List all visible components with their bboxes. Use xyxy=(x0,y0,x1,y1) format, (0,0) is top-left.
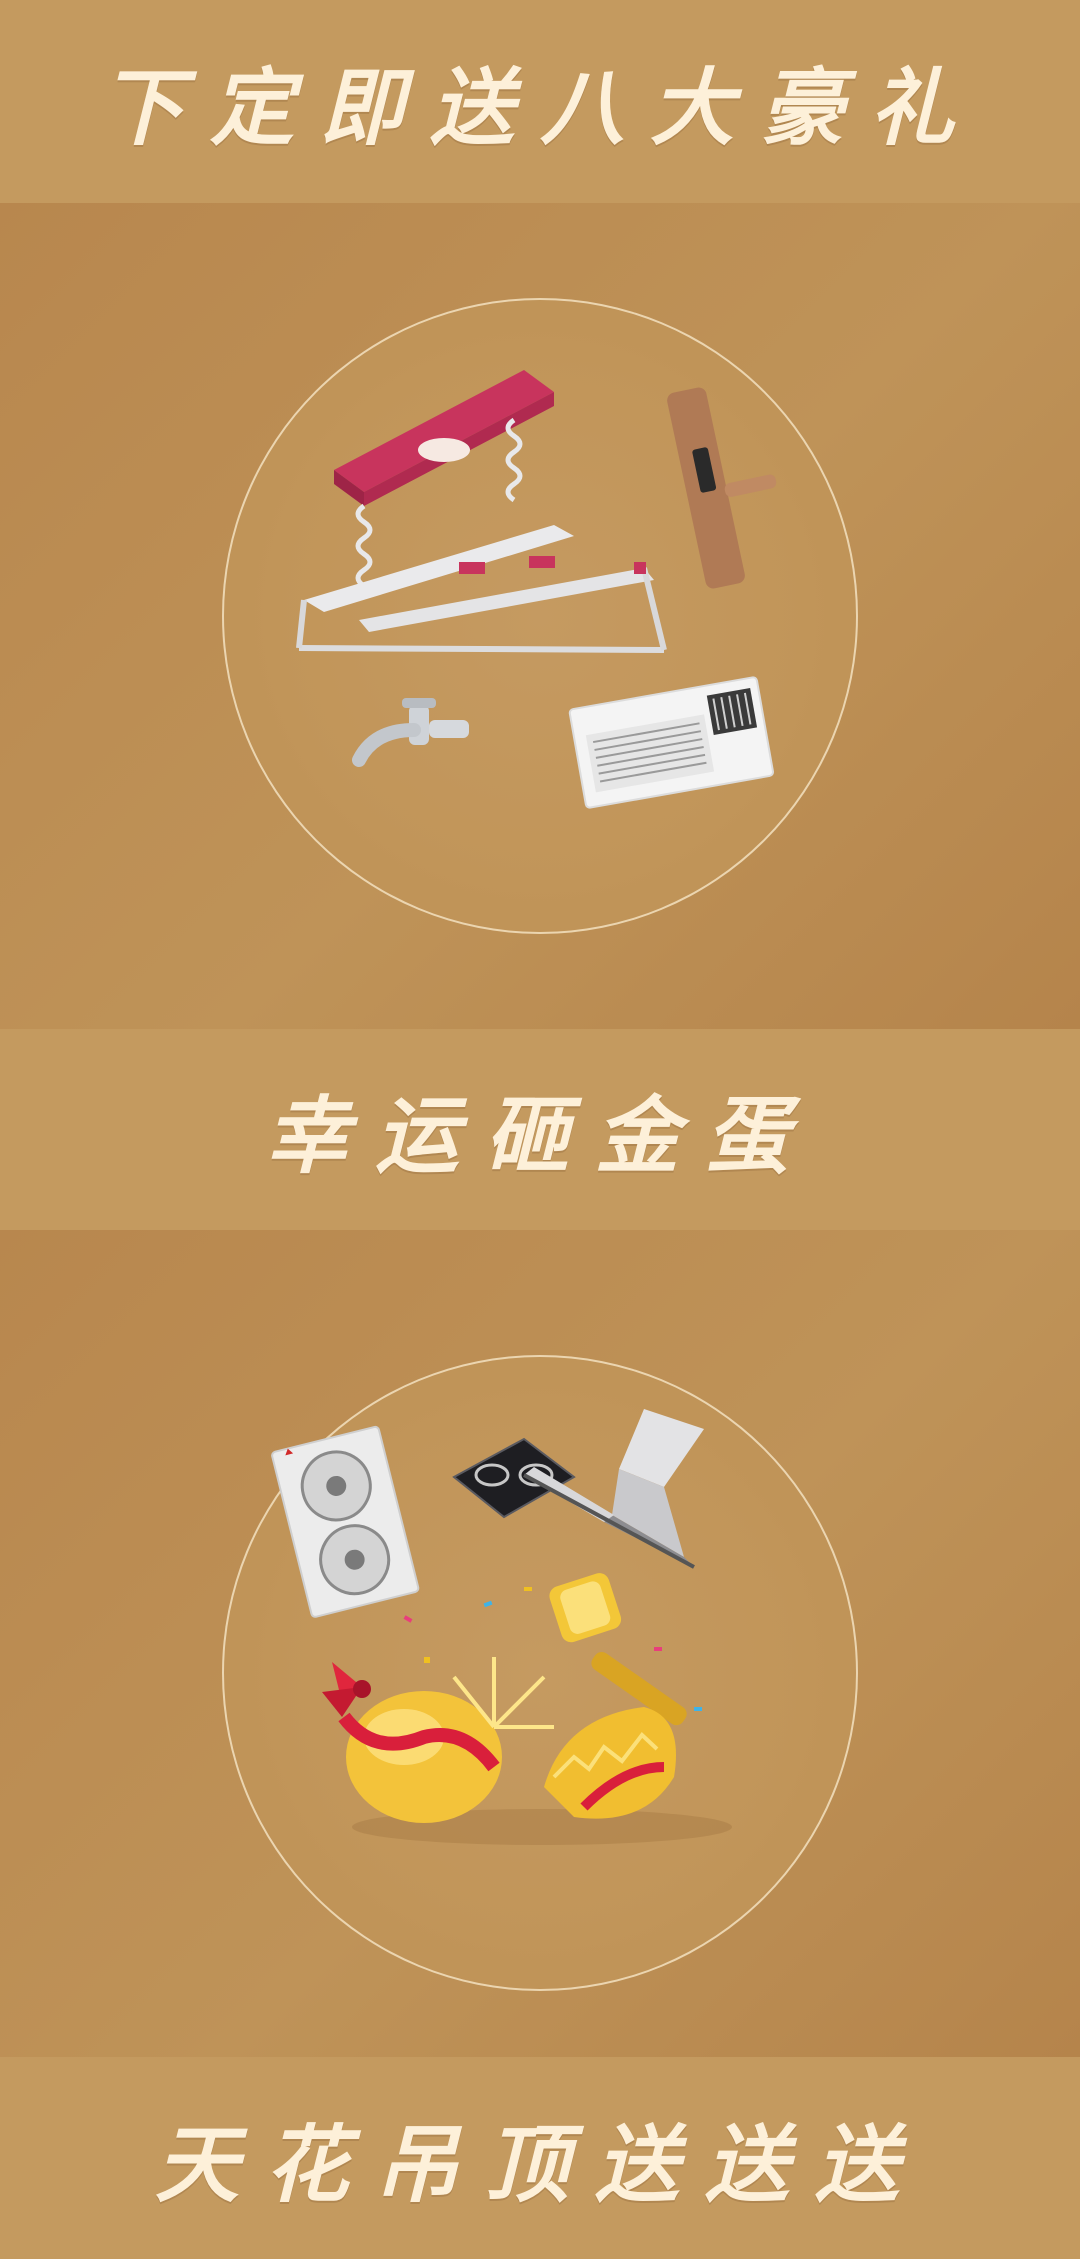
promo-page: 下定即送八大豪礼 幸运砸金蛋 天花吊顶送送送 xyxy=(0,0,1080,2259)
gift-circle-1 xyxy=(222,298,858,934)
banner-title-golden-egg: 幸运砸金蛋 xyxy=(264,1087,815,1185)
gift-panel-2 xyxy=(0,1230,1080,2057)
gift-set-1-illustration xyxy=(296,370,777,809)
air-conditioner-outdoor-unit-icon xyxy=(271,1425,420,1618)
clothes-drying-rack-icon xyxy=(296,370,667,653)
banner-title-gifts: 下定即送八大豪礼 xyxy=(99,59,980,157)
banner-gifts: 下定即送八大豪礼 xyxy=(0,0,1080,203)
smart-door-lock-icon xyxy=(667,387,777,589)
faucet-icon xyxy=(352,698,469,767)
golden-egg-icon xyxy=(322,1657,732,1845)
range-hood-icon xyxy=(523,1409,704,1569)
gift-panel-1 xyxy=(0,203,1080,1029)
gift-circle-2 xyxy=(222,1355,858,1991)
gas-stove-icon xyxy=(452,1437,576,1519)
gift-set-2-illustration xyxy=(271,1409,732,1845)
banner-golden-egg: 幸运砸金蛋 xyxy=(0,1029,1080,1230)
banner-ceiling: 天花吊顶送送送 xyxy=(0,2057,1080,2259)
bathroom-heater-icon xyxy=(568,676,774,809)
golden-hammer-icon xyxy=(549,1573,687,1726)
banner-title-ceiling: 天花吊顶送送送 xyxy=(154,2115,925,2214)
